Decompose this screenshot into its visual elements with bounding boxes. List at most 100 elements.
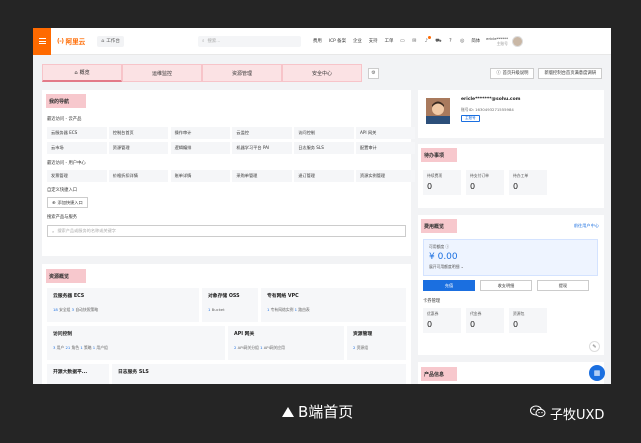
stat-value: 0 xyxy=(513,182,519,191)
resources-title: 资源概览 xyxy=(46,269,86,283)
tab-overview[interactable]: ⌂ 概览 xyxy=(42,64,122,82)
console-screenshot: (-) 阿里云 ⌂ 工作台 ⌕ 搜索... 费用 ICP 备案 企业 支持 工单… xyxy=(33,28,611,384)
chip-user-center[interactable]: 采购单管理 xyxy=(232,170,292,182)
global-search-input[interactable]: ⌕ 搜索... xyxy=(197,35,301,47)
withdraw-button[interactable]: 提现 xyxy=(537,280,589,291)
survey-button[interactable]: 新版控制台首页满意度调研 xyxy=(538,67,602,79)
notification-badge xyxy=(428,36,432,39)
gear-icon[interactable]: ⚙ xyxy=(368,67,379,79)
menu-icon[interactable] xyxy=(33,28,51,55)
resource-meta: 2 资源组 xyxy=(353,345,369,350)
resource-cell-sls[interactable]: 日志服务 SLS xyxy=(112,364,406,384)
expand-detail-link[interactable]: 展开可用额度明细 ⌄ xyxy=(429,264,464,270)
todo-tickets[interactable]: 待办工单 0 xyxy=(509,170,547,195)
statement-button[interactable]: 收支明细 xyxy=(480,280,532,291)
header-buttons: ⓘ 首页升级说明 新版控制台首页满意度调研 xyxy=(490,67,602,79)
coupon-package[interactable]: 资源包 0 xyxy=(509,308,547,333)
apps-grid-icon[interactable]: ▦ xyxy=(589,365,605,381)
chip-user-center[interactable]: 价格折扣详情 xyxy=(108,170,169,182)
tab-ops-monitor[interactable]: 运维监控 xyxy=(122,64,202,82)
location-icon[interactable]: ◎ xyxy=(459,38,465,44)
chip-product[interactable]: 配置审计 xyxy=(355,142,416,154)
chip-product[interactable]: 机器学习平台 PAI xyxy=(232,142,292,154)
recent-user-label: 最近访问 - 用户中心 xyxy=(47,161,86,166)
workbench-button[interactable]: ⌂ 工作台 xyxy=(97,35,124,47)
stat-label: 资源包 xyxy=(513,311,525,316)
stat-label: 待办工单 xyxy=(513,173,529,178)
top-links: 费用 ICP 备案 企业 支持 工单 xyxy=(313,38,393,44)
user-menu[interactable]: ericle****** 主账号 xyxy=(486,36,508,46)
resource-title: 对象存储 OSS xyxy=(208,294,240,299)
resource-cell-ecs[interactable]: 云服务器 ECS 18 安全组 3 自动快照策略 xyxy=(47,288,199,322)
chip-product[interactable]: 访问控制 xyxy=(294,127,354,139)
resource-cell-api-gateway[interactable]: API 网关 2 API网关分组 1 API网关应用 xyxy=(228,326,344,360)
chip-product[interactable]: 资源管理 xyxy=(108,142,169,154)
bell-icon[interactable]: ♪ xyxy=(423,36,432,44)
message-icon[interactable]: ✉ xyxy=(411,38,417,44)
resource-title: 开源大数据平... xyxy=(53,370,88,375)
caption: B端首页 xyxy=(282,401,353,422)
add-shortcut-button[interactable]: ⊕ 添加快捷入口 xyxy=(47,197,88,208)
language-switch[interactable]: 简体 xyxy=(471,38,480,44)
chip-product[interactable]: 云市场 xyxy=(47,142,107,154)
top-link-enterprise[interactable]: 企业 xyxy=(353,38,362,44)
cart-icon[interactable]: ⛟ xyxy=(435,38,441,44)
stat-value: 0 xyxy=(513,320,519,329)
todo-stats: 待续费项 0 待支付订单 0 待办工单 0 xyxy=(423,170,547,195)
recent-products-label: 最近访问 - 云产品 xyxy=(47,117,82,122)
upgrade-info-button[interactable]: ⓘ 首页升级说明 xyxy=(490,67,535,79)
account-card: ericle*******@sohu.com 账号ID: 16304932715… xyxy=(418,90,604,138)
todo-unpaid-orders[interactable]: 待支付订单 0 xyxy=(466,170,504,195)
brand-mark: 子牧UXD xyxy=(530,404,604,423)
chip-product[interactable]: 云监控 xyxy=(232,127,292,139)
workbench-label: 工作台 xyxy=(106,39,120,44)
resource-meta: 1 Bucket xyxy=(208,307,225,312)
todo-renewal[interactable]: 待续费项 0 xyxy=(423,170,461,195)
resource-meta: 2 API网关分组 1 API网关应用 xyxy=(234,345,285,350)
chip-product[interactable]: API 网关 xyxy=(355,127,416,139)
user-center-link[interactable]: 前往用户中心 xyxy=(574,223,599,229)
product-search-input[interactable]: ⌕ 搜索产品或服务的名称或关键字 xyxy=(47,225,406,237)
chip-product[interactable]: 控制台首页 xyxy=(108,127,169,139)
stat-value: 0 xyxy=(470,320,476,329)
avatar[interactable] xyxy=(426,98,450,124)
chip-user-center[interactable]: 退订管理 xyxy=(294,170,354,182)
top-link-fee[interactable]: 费用 xyxy=(313,38,322,44)
resource-cell-ram[interactable]: 访问控制 3 用户 21 角色 1 策略 1 用户组 xyxy=(47,326,225,360)
edit-icon[interactable]: ✎ xyxy=(589,341,600,352)
tab-security-center[interactable]: 安全中心 xyxy=(282,64,362,82)
logo[interactable]: (-) 阿里云 xyxy=(57,36,86,47)
coupon-voucher[interactable]: 代金券 0 xyxy=(466,308,504,333)
top-icons: ▭ ✉ ♪ ⛟ ? ◎ xyxy=(399,36,465,44)
home-icon: ⌂ xyxy=(101,38,105,44)
recharge-button[interactable]: 充值 xyxy=(423,280,475,291)
chip-product[interactable]: 日志服务 SLS xyxy=(294,142,354,154)
info-icon: ⓘ xyxy=(496,71,501,76)
terminal-icon[interactable]: ▭ xyxy=(399,38,405,44)
stat-value: 0 xyxy=(427,182,433,191)
help-icon[interactable]: ? xyxy=(447,38,453,44)
tab-label: 概览 xyxy=(79,70,90,76)
avatar[interactable] xyxy=(511,35,523,47)
tab-resource-manage[interactable]: 资源管理 xyxy=(202,64,282,82)
chip-product[interactable]: 云服务器 ECS xyxy=(47,127,107,139)
top-link-icp[interactable]: ICP 备案 xyxy=(329,38,346,44)
resource-cell-emr[interactable]: 开源大数据平... xyxy=(47,364,109,384)
logo-text: 阿里云 xyxy=(65,38,86,46)
resource-cell-oss[interactable]: 对象存储 OSS 1 Bucket xyxy=(202,288,258,322)
chip-user-center[interactable]: 账单详情 xyxy=(170,170,231,182)
chip-product[interactable]: 逻辑编排 xyxy=(170,142,231,154)
chip-product[interactable]: 操作审计 xyxy=(170,127,231,139)
billing-panel: 费用概览 前往用户中心 可用额度 ⓘ ¥ 0.00 展开可用额度明细 ⌄ 充值 … xyxy=(418,215,604,355)
tabs-bar: ⌂ 概览 运维监控 资源管理 安全中心 ⚙ ⓘ 首页升级说明 新版控制台首页满意… xyxy=(42,64,602,82)
top-link-support[interactable]: 支持 xyxy=(369,38,378,44)
chip-user-center[interactable]: 发票管理 xyxy=(47,170,107,182)
top-link-ticket[interactable]: 工单 xyxy=(385,38,394,44)
stat-value: 0 xyxy=(470,182,476,191)
coupon-discount[interactable]: 优惠券 0 xyxy=(423,308,461,333)
resource-cell-vpc[interactable]: 专有网络 VPC 1 专有网络实例 1 路由表 xyxy=(261,288,406,322)
product-info-panel: 产品信息 xyxy=(418,362,604,384)
product-info-title: 产品信息 xyxy=(421,367,457,381)
resource-cell-resource-manager[interactable]: 资源管理 2 资源组 xyxy=(347,326,406,360)
chip-user-center[interactable]: 资源实例管理 xyxy=(355,170,416,182)
